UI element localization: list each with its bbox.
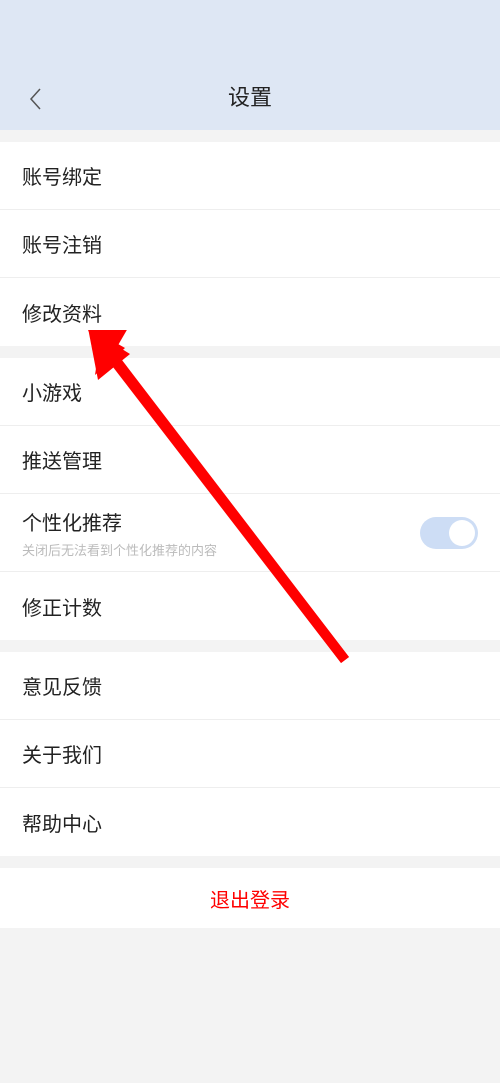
section-gap bbox=[0, 346, 500, 358]
list-item-label: 帮助中心 bbox=[22, 808, 102, 837]
settings-group-account: 账号绑定 账号注销 修改资料 bbox=[0, 142, 500, 346]
list-item-text-wrap: 个性化推荐 关闭后无法看到个性化推荐的内容 bbox=[22, 507, 420, 559]
toggle-knob bbox=[449, 520, 475, 546]
list-item-label: 小游戏 bbox=[22, 377, 82, 406]
list-item-account-delete[interactable]: 账号注销 bbox=[0, 210, 500, 278]
list-item-label: 个性化推荐 bbox=[22, 507, 420, 536]
settings-group-general: 小游戏 推送管理 个性化推荐 关闭后无法看到个性化推荐的内容 修正计数 bbox=[0, 358, 500, 640]
logout-button[interactable]: 退出登录 bbox=[0, 868, 500, 928]
list-item-personalized-recommendation[interactable]: 个性化推荐 关闭后无法看到个性化推荐的内容 bbox=[0, 494, 500, 572]
list-item-label: 关于我们 bbox=[22, 739, 102, 768]
logout-label: 退出登录 bbox=[210, 884, 290, 913]
list-item-label: 账号绑定 bbox=[22, 161, 102, 190]
header: 设置 bbox=[0, 0, 500, 130]
list-item-label: 修正计数 bbox=[22, 592, 102, 621]
settings-group-support: 意见反馈 关于我们 帮助中心 bbox=[0, 652, 500, 856]
list-item-label: 推送管理 bbox=[22, 445, 102, 474]
back-button[interactable] bbox=[20, 84, 50, 114]
chevron-left-icon bbox=[28, 87, 42, 111]
list-item-correct-count[interactable]: 修正计数 bbox=[0, 572, 500, 640]
list-item-help-center[interactable]: 帮助中心 bbox=[0, 788, 500, 856]
page-title: 设置 bbox=[228, 80, 272, 112]
list-item-push-management[interactable]: 推送管理 bbox=[0, 426, 500, 494]
list-item-account-binding[interactable]: 账号绑定 bbox=[0, 142, 500, 210]
list-item-label: 账号注销 bbox=[22, 229, 102, 258]
list-item-label: 意见反馈 bbox=[22, 671, 102, 700]
list-item-label: 修改资料 bbox=[22, 298, 102, 327]
section-gap bbox=[0, 640, 500, 652]
list-item-mini-game[interactable]: 小游戏 bbox=[0, 358, 500, 426]
list-item-subtext: 关闭后无法看到个性化推荐的内容 bbox=[22, 540, 420, 559]
list-item-edit-profile[interactable]: 修改资料 bbox=[0, 278, 500, 346]
recommendation-toggle[interactable] bbox=[420, 517, 478, 549]
list-item-about-us[interactable]: 关于我们 bbox=[0, 720, 500, 788]
section-gap bbox=[0, 130, 500, 142]
list-item-feedback[interactable]: 意见反馈 bbox=[0, 652, 500, 720]
